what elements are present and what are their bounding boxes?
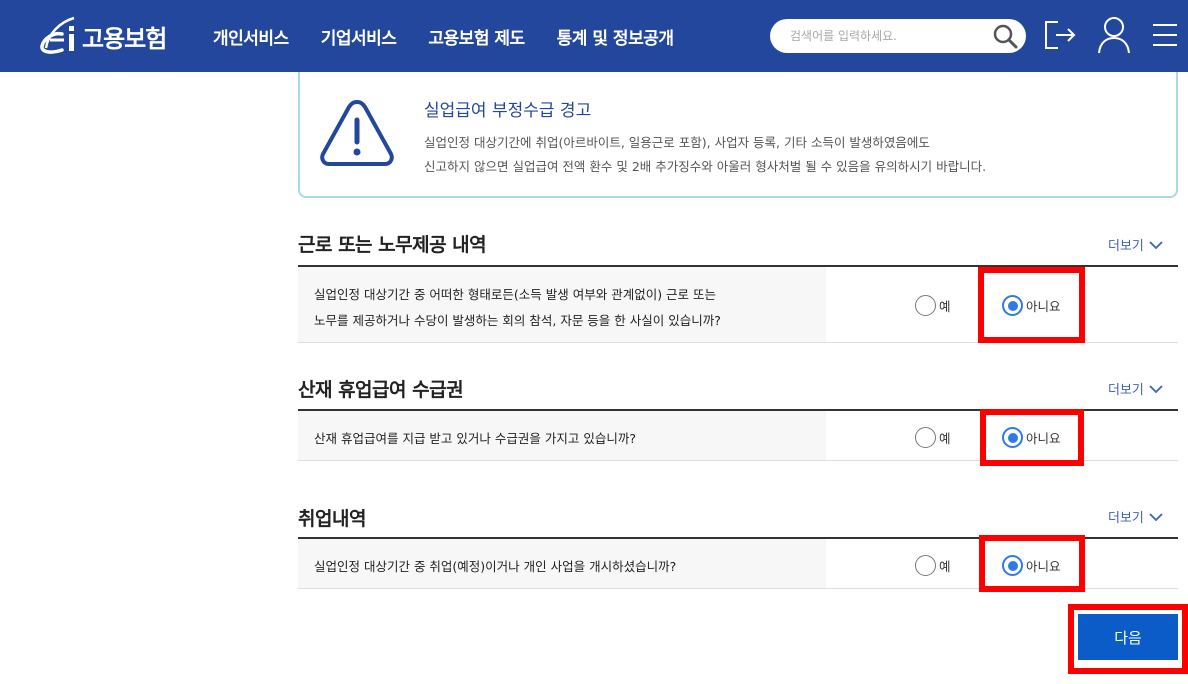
nav-personal-service[interactable]: 개인서비스	[213, 24, 289, 49]
radio-yes-industrial-accident[interactable]: 예	[915, 427, 951, 448]
chevron-down-icon	[1149, 240, 1163, 249]
hamburger-menu-icon[interactable]	[1150, 20, 1180, 50]
alert-text-line2: 신고하지 않으면 실업급여 전액 환수 및 2배 추가징수와 아울러 형사처벌 …	[424, 159, 987, 174]
radio-yes-work[interactable]: 예	[915, 295, 951, 316]
radio-label-yes: 예	[939, 559, 951, 574]
nav-statistics[interactable]: 통계 및 정보공개	[557, 24, 674, 49]
question-cell: 산재 휴업급여를 지급 받고 있거나 수급권을 가지고 있습니까?	[298, 411, 826, 460]
highlight-box	[979, 535, 1085, 592]
question-cell: 실업인정 대상기간 중 어떠한 형태로든(소득 발생 여부와 관계없이) 근로 …	[298, 267, 826, 342]
highlight-box	[1068, 604, 1188, 674]
site-logo[interactable]: 고용보험	[36, 12, 167, 60]
highlight-box	[980, 409, 1084, 466]
question-cell: 실업인정 대상기간 중 취업(예정)이거나 개인 사업을 개시하셨습니까?	[298, 539, 826, 588]
more-label: 더보기	[1108, 239, 1144, 254]
warning-icon	[320, 100, 394, 166]
user-icon[interactable]	[1097, 15, 1131, 55]
fraud-warning-box: 실업급여 부정수급 경고 실업인정 대상기간에 취업(아르바이트, 일용근로 포…	[298, 72, 1178, 198]
more-link-employment[interactable]: 더보기	[1108, 507, 1163, 526]
more-label: 더보기	[1108, 511, 1144, 526]
logo-mark-icon	[40, 16, 75, 54]
search-icon[interactable]	[992, 23, 1018, 49]
highlight-box	[978, 267, 1085, 343]
search-input[interactable]	[790, 27, 990, 45]
section-title-industrial-accident: 산재 휴업급여 수급권	[298, 379, 464, 401]
section-title-employment: 취업내역	[298, 508, 366, 530]
more-link-industrial-accident[interactable]: 더보기	[1108, 379, 1163, 398]
radio-yes-employment[interactable]: 예	[915, 555, 951, 576]
logo-text: 고용보험	[82, 24, 167, 53]
radio-button-yes[interactable]	[915, 427, 936, 448]
alert-text-line1: 실업인정 대상기간에 취업(아르바이트, 일용근로 포함), 사업자 등록, 기…	[424, 135, 930, 150]
main-nav: 개인서비스 기업서비스 고용보험 제도 통계 및 정보공개	[213, 24, 706, 49]
more-link-work[interactable]: 더보기	[1108, 235, 1163, 254]
question-text: 산재 휴업급여를 지급 받고 있거나 수급권을 가지고 있습니까?	[314, 431, 636, 446]
section-title-work: 근로 또는 노무제공 내역	[298, 234, 487, 256]
radio-button-yes[interactable]	[915, 295, 936, 316]
nav-company-service[interactable]: 기업서비스	[321, 24, 397, 49]
nav-insurance-system[interactable]: 고용보험 제도	[428, 24, 525, 49]
radio-label-yes: 예	[939, 431, 951, 446]
radio-label-yes: 예	[939, 299, 951, 314]
chevron-down-icon	[1149, 512, 1163, 521]
search-box	[770, 19, 1026, 53]
alert-title: 실업급여 부정수급 경고	[424, 101, 592, 121]
logout-icon[interactable]	[1042, 17, 1078, 53]
chevron-down-icon	[1149, 384, 1163, 393]
question-text-line1: 실업인정 대상기간 중 어떠한 형태로든(소득 발생 여부와 관계없이) 근로 …	[314, 287, 717, 302]
more-label: 더보기	[1108, 383, 1144, 398]
question-text: 실업인정 대상기간 중 취업(예정)이거나 개인 사업을 개시하셨습니까?	[314, 559, 677, 574]
question-text-line2: 노무를 제공하거나 수당이 발생하는 회의 참석, 자문 등을 한 사실이 있습…	[314, 313, 721, 328]
top-header: 고용보험 개인서비스 기업서비스 고용보험 제도 통계 및 정보공개	[0, 0, 1188, 72]
radio-button-yes[interactable]	[915, 555, 936, 576]
